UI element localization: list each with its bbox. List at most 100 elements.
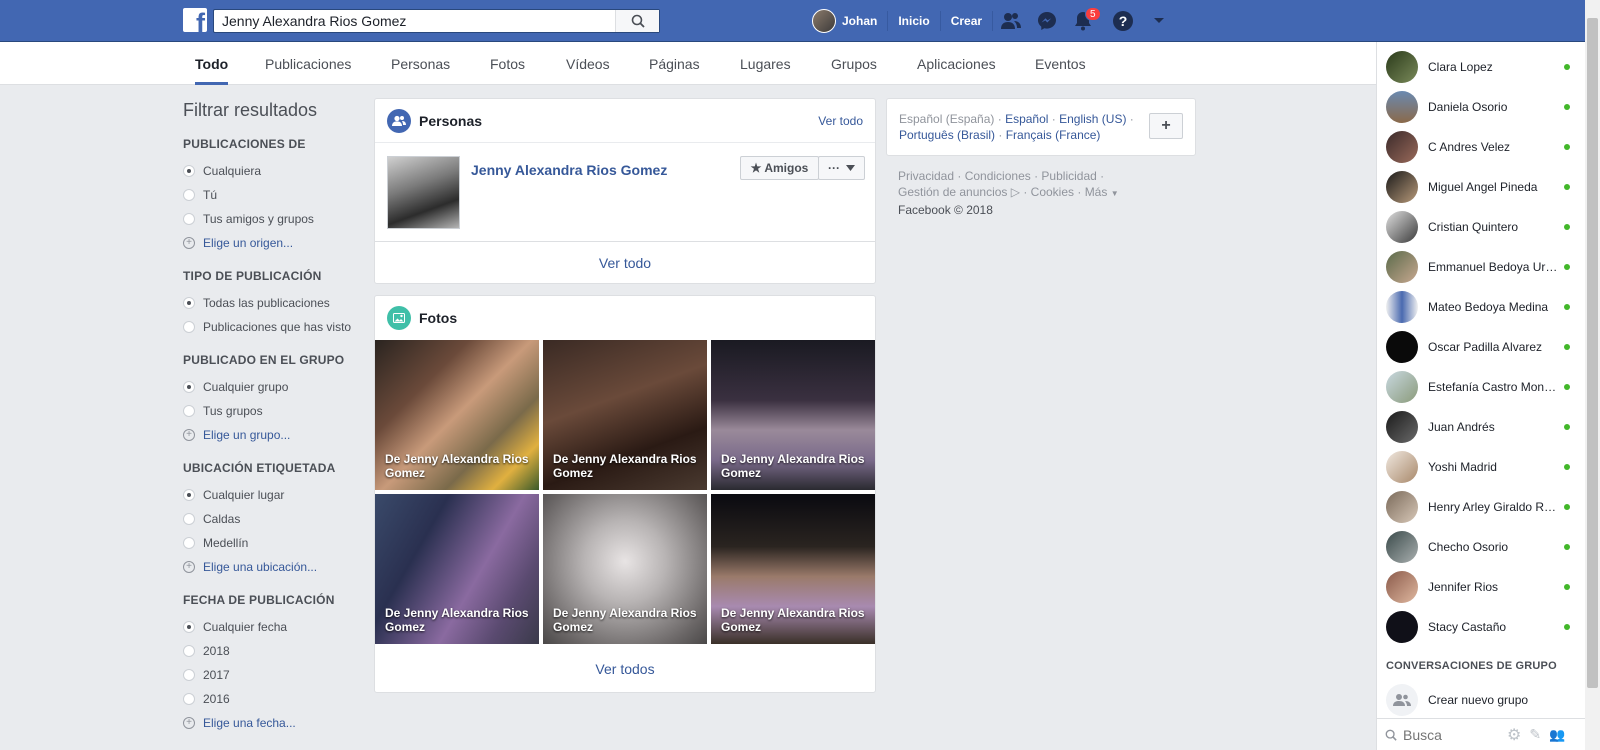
add-language-button[interactable]: + (1149, 113, 1183, 139)
tab-videos[interactable]: Vídeos (566, 42, 610, 85)
account-menu-button[interactable] (1141, 0, 1177, 42)
create-link[interactable]: Crear (941, 11, 994, 31)
chat-contact[interactable]: Yoshi Madrid (1377, 447, 1586, 487)
filter-option[interactable]: Medellín (183, 531, 363, 555)
person-result: Jenny Alexandra Rios Gomez ★ Amigos ··· (375, 143, 875, 242)
tab-publicaciones[interactable]: Publicaciones (265, 42, 351, 85)
more-options-button[interactable]: ··· (818, 156, 865, 180)
footer-link[interactable]: Cookies (1031, 185, 1074, 199)
photo-caption: De Jenny Alexandra Rios Gomez (553, 452, 697, 480)
online-status-icon (1564, 104, 1570, 110)
friends-button[interactable]: ★ Amigos (740, 156, 819, 180)
filter-option[interactable]: Publicaciones que has visto (183, 315, 363, 339)
avatar (1386, 531, 1418, 563)
photo-thumbnail[interactable]: De Jenny Alexandra Rios Gomez (375, 494, 539, 644)
chat-contact[interactable]: Mateo Bedoya Medina (1377, 287, 1586, 327)
radio-icon (183, 321, 195, 333)
help-button[interactable]: ? (1105, 0, 1141, 42)
online-status-icon (1564, 304, 1570, 310)
choose-group-link[interactable]: + Elige un grupo... (183, 423, 363, 447)
choose-date-link[interactable]: + Elige una fecha... (183, 711, 363, 735)
chat-contact[interactable]: Cristian Quintero (1377, 207, 1586, 247)
filter-option[interactable]: 2016 (183, 687, 363, 711)
online-status-icon (1564, 384, 1570, 390)
filter-option[interactable]: Tus grupos (183, 399, 363, 423)
filter-option[interactable]: Tus amigos y grupos (183, 207, 363, 231)
photos-see-all-footer[interactable]: Ver todos (375, 648, 875, 690)
profile-link[interactable]: Johan (812, 9, 889, 33)
friend-requests-button[interactable] (993, 0, 1029, 42)
photo-thumbnail[interactable]: De Jenny Alexandra Rios Gomez (543, 340, 707, 490)
filter-option[interactable]: Cualquier fecha (183, 615, 363, 639)
photo-thumbnail[interactable]: De Jenny Alexandra Rios Gomez (711, 494, 875, 644)
tab-fotos[interactable]: Fotos (490, 42, 525, 85)
page-footer: Privacidad · Condiciones · Publicidad · … (886, 156, 1196, 230)
language-link[interactable]: English (US) (1059, 112, 1126, 126)
messenger-button[interactable] (1029, 0, 1065, 42)
language-link[interactable]: Español (1005, 112, 1048, 126)
footer-link[interactable]: Gestión de anuncios (898, 185, 1007, 199)
chat-contact[interactable]: Clara Lopez (1377, 47, 1586, 87)
footer-link[interactable]: Condiciones (965, 169, 1031, 183)
filter-option[interactable]: Cualquier grupo (183, 375, 363, 399)
person-profile-picture[interactable] (387, 156, 460, 229)
tab-grupos[interactable]: Grupos (831, 42, 877, 85)
photo-thumbnail[interactable]: De Jenny Alexandra Rios Gomez (543, 494, 707, 644)
photo-thumbnail[interactable]: De Jenny Alexandra Rios Gomez (375, 340, 539, 490)
filter-option[interactable]: Caldas (183, 507, 363, 531)
chat-contact[interactable]: Emmanuel Bedoya Uribe (1377, 247, 1586, 287)
create-group-button[interactable]: Crear nuevo grupo (1377, 682, 1586, 718)
contact-name: Henry Arley Giraldo Ramirez (1428, 500, 1558, 514)
chat-contact[interactable]: Oscar Padilla Alvarez (1377, 327, 1586, 367)
tab-personas[interactable]: Personas (391, 42, 450, 85)
create-group-icon[interactable]: 👥 (1549, 727, 1565, 743)
person-name-link[interactable]: Jenny Alexandra Rios Gomez (471, 162, 667, 178)
scrollbar-thumb[interactable] (1587, 18, 1598, 688)
tab-aplicaciones[interactable]: Aplicaciones (917, 42, 996, 85)
chat-contact[interactable]: Daniela Osorio (1377, 87, 1586, 127)
filter-option[interactable]: 2018 (183, 639, 363, 663)
filter-option-label: 2016 (203, 692, 230, 706)
filter-option[interactable]: Tú (183, 183, 363, 207)
chat-contact[interactable]: Henry Arley Giraldo Ramirez (1377, 487, 1586, 527)
filter-option[interactable]: Todas las publicaciones (183, 291, 363, 315)
people-see-all-footer[interactable]: Ver todo (375, 242, 875, 284)
chat-contact[interactable]: Stacy Castaño (1377, 607, 1586, 647)
chat-search-input[interactable] (1403, 726, 1493, 743)
chat-contact[interactable]: C Andres Velez (1377, 127, 1586, 167)
facebook-logo-icon[interactable]: f (183, 8, 207, 32)
chat-contact[interactable]: Checho Osorio (1377, 527, 1586, 567)
filter-option[interactable]: Cualquiera (183, 159, 363, 183)
contact-name: Emmanuel Bedoya Uribe (1428, 260, 1558, 274)
tab-lugares[interactable]: Lugares (740, 42, 791, 85)
chat-contact[interactable]: Miguel Angel Pineda (1377, 167, 1586, 207)
notifications-button[interactable]: 5 (1065, 0, 1101, 42)
tab-paginas[interactable]: Páginas (649, 42, 700, 85)
page-scrollbar[interactable] (1585, 0, 1600, 750)
home-link[interactable]: Inicio (888, 11, 941, 31)
chat-contact[interactable]: Juan Andrés (1377, 407, 1586, 447)
language-link[interactable]: Português (Brasil) (899, 128, 995, 142)
footer-link[interactable]: Privacidad (898, 169, 954, 183)
chat-contact[interactable]: Estefanía Castro Montoya (1377, 367, 1586, 407)
compose-icon[interactable]: ✎ (1529, 726, 1541, 743)
search-input[interactable] (214, 10, 614, 32)
choose-source-link[interactable]: + Elige un origen... (183, 231, 363, 255)
footer-link[interactable]: Más (1085, 185, 1108, 199)
filter-option[interactable]: 2017 (183, 663, 363, 687)
tab-eventos[interactable]: Eventos (1035, 42, 1086, 85)
chat-contact[interactable]: Jennifer Rios (1377, 567, 1586, 607)
people-see-all-link[interactable]: Ver todo (818, 114, 863, 128)
footer-link[interactable]: Publicidad (1041, 169, 1096, 183)
choose-location-link[interactable]: + Elige una ubicación... (183, 555, 363, 579)
caret-down-icon (846, 165, 855, 171)
filter-option-label: Todas las publicaciones (203, 296, 330, 310)
filter-option[interactable]: Cualquier lugar (183, 483, 363, 507)
filter-option-label: Cualquier lugar (203, 488, 285, 502)
photo-thumbnail[interactable]: De Jenny Alexandra Rios Gomez (711, 340, 875, 490)
search-button[interactable] (615, 10, 659, 32)
tab-todo[interactable]: Todo (195, 42, 229, 85)
language-link[interactable]: Français (France) (1006, 128, 1101, 142)
avatar (1386, 291, 1418, 323)
gear-icon[interactable]: ⚙ (1507, 725, 1521, 745)
